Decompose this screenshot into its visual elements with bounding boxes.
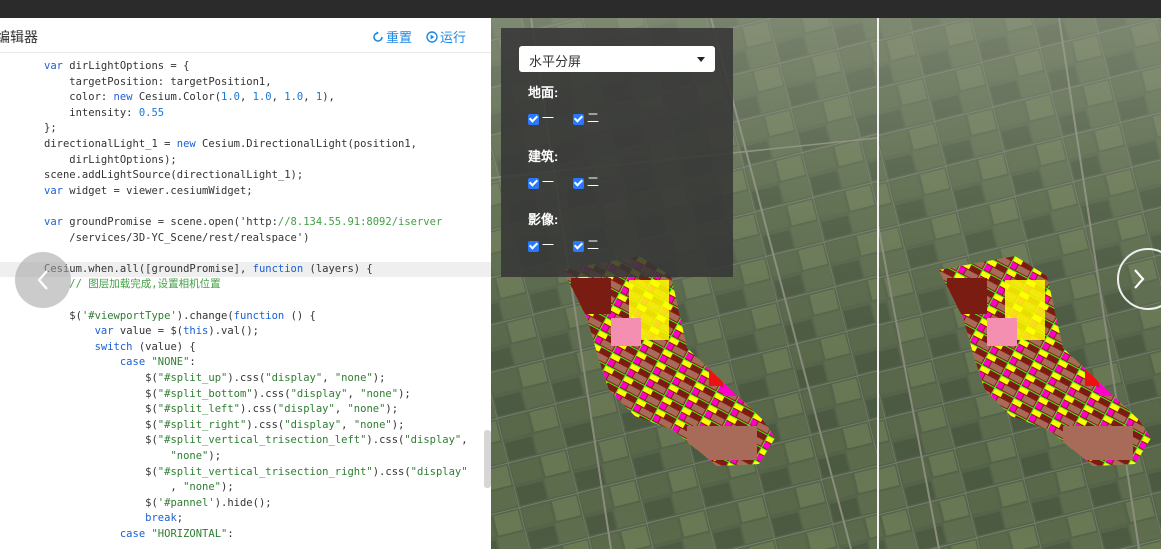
code-line: // 图层加载完成,设置相机位置: [69, 278, 221, 291]
chevron-left-icon: [37, 270, 48, 290]
top-bar: [0, 0, 1161, 18]
terrain-checkbox-1[interactable]: [528, 114, 539, 125]
code-line: var widget = viewer.cesiumWidget;: [44, 184, 253, 197]
imagery-checkbox-2[interactable]: [573, 241, 584, 252]
reset-label: 重置: [386, 30, 413, 45]
code-line: $("#split_bottom").css("display", "none"…: [44, 387, 411, 400]
building-checkbox-2[interactable]: [573, 178, 584, 189]
code-line: targetPosition: targetPosition1,: [44, 75, 272, 88]
imagery-checkbox-1-label: 一: [542, 238, 555, 252]
imagery-checkbox-2-label: 二: [587, 238, 600, 252]
building-checkbox-2-label: 二: [587, 175, 600, 189]
imagery-checkbox-1[interactable]: [528, 241, 539, 252]
building-checkbox-1[interactable]: [528, 178, 539, 189]
code-line: break;: [145, 512, 184, 525]
viewport-type-select[interactable]: 水平分屏: [519, 46, 715, 72]
editor-header: 编辑器 重置 运行: [0, 18, 491, 53]
code-line: var dirLightOptions = {: [44, 60, 190, 72]
code-line: $("#split_right").css("display", "none")…: [44, 418, 405, 431]
code-line: directionalLight_1 = new Cesium.Directio…: [44, 138, 417, 150]
code-line: , "none");: [44, 481, 234, 494]
code-line: "none");: [170, 450, 222, 462]
viewport-type-value: 水平分屏: [529, 54, 582, 69]
code-line: $("#split_vertical_trisection_left").css…: [44, 434, 468, 447]
code-line: Cesium.when.all([groundPromise], functio…: [0, 261, 491, 278]
code-line: $('#viewportType').change(function () {: [44, 309, 316, 322]
editor-scrollbar[interactable]: [484, 430, 491, 488]
code-line: case "HORIZONTAL":: [119, 528, 234, 540]
chevron-right-icon: [1134, 269, 1145, 289]
imagery-group-label: 影像:: [528, 212, 559, 227]
building-group-label: 建筑:: [528, 149, 559, 164]
code-line: switch (value) {: [94, 340, 196, 353]
code-editor-panel: 编辑器 重置 运行 var dirLightOptions = { target…: [0, 18, 491, 549]
code-line: dirLightOptions);: [44, 153, 177, 166]
code-line: };: [44, 122, 57, 135]
code-line: var groundPromise = scene.open('http://8…: [44, 216, 443, 228]
code-line: /services/3D-YC_Scene/rest/realspace'): [44, 231, 310, 244]
layer-control-panel: 水平分屏 地面: 一 二 建筑: 一 二 影像: 一 二: [501, 28, 733, 277]
terrain-group-label: 地面:: [528, 85, 559, 100]
caret-down-icon: [697, 57, 705, 62]
code-line: $("#split_up").css("display", "none");: [44, 372, 386, 384]
run-label: 运行: [440, 30, 467, 45]
code-line: scene.addLightSource(directionalLight_1)…: [44, 169, 304, 182]
terrain-checkbox-1-label: 一: [542, 111, 555, 125]
code-line: color: new Cesium.Color(1.0, 1.0, 1.0, 1…: [44, 91, 335, 104]
building-checkbox-1-label: 一: [542, 175, 555, 189]
code-area[interactable]: var dirLightOptions = { targetPosition: …: [0, 53, 491, 549]
code-line: var value = $(this).val();: [94, 325, 259, 338]
reset-icon: [373, 31, 383, 42]
code-line: $("#split_vertical_trisection_right").cs…: [44, 465, 468, 478]
reset-button[interactable]: 重置: [372, 27, 412, 46]
terrain-checkbox-2-label: 二: [587, 111, 600, 125]
run-button[interactable]: 运行: [426, 27, 466, 46]
terrain-checkbox-2[interactable]: [573, 114, 584, 125]
editor-title: 编辑器: [0, 29, 38, 45]
previous-arrow-button[interactable]: [15, 252, 71, 308]
code-line: intensity: 0.55: [44, 106, 165, 119]
code-line: $('#pannel').hide();: [44, 496, 272, 509]
play-circle-icon: [426, 30, 438, 43]
cesium-3d-viewer[interactable]: 水平分屏 地面: 一 二 建筑: 一 二 影像: 一 二: [491, 18, 1161, 549]
code-line: $("#split_left").css("display", "none");: [44, 403, 399, 416]
code-line: case "NONE":: [119, 356, 196, 369]
